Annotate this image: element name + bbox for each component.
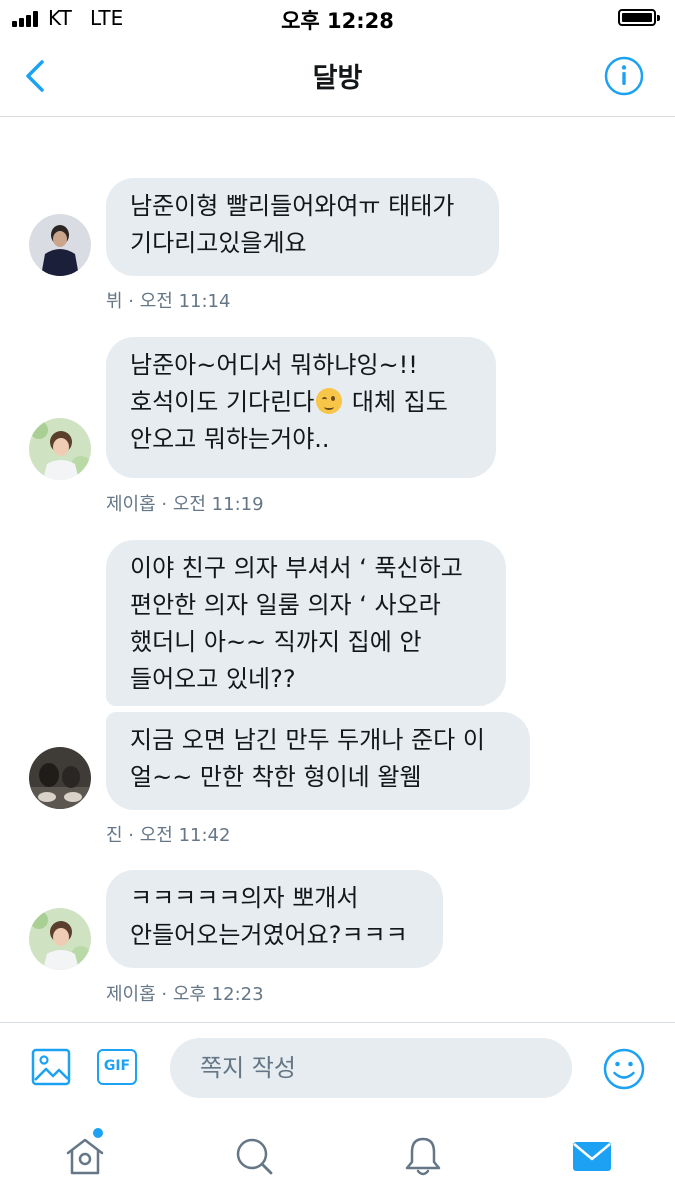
avatar[interactable]: [29, 908, 91, 970]
message-input[interactable]: [170, 1038, 572, 1098]
battery-icon: [618, 9, 660, 26]
messages-icon: [573, 1142, 611, 1171]
winking-face-icon: [316, 388, 343, 414]
message-bubble[interactable]: 남준이형 빨리들어와여ㅠ 태태가 기다리고있을게요: [106, 178, 499, 276]
tab-notifications[interactable]: [401, 1134, 445, 1178]
message-text: 기다리고있을게요: [130, 229, 307, 257]
status-time: 오후 12:28: [281, 9, 394, 33]
message-text: 이야 친구 의자 부셔서 ‘ 푹신하고: [130, 554, 463, 582]
conversation-header: 달방: [0, 40, 675, 117]
avatar[interactable]: [29, 747, 91, 809]
gif-button[interactable]: GIF: [97, 1049, 137, 1085]
message-meta: 진 · 오전 11:42: [106, 825, 231, 846]
bottom-tab-bar: [0, 1112, 675, 1200]
message-text: 대체 집도: [344, 388, 448, 416]
message-text: 남준이형 빨리들어와여ㅠ 태태가: [130, 192, 455, 220]
status-bar: KT LTE 오후 12:28: [0, 0, 675, 38]
emoji-button[interactable]: [602, 1047, 646, 1091]
message-text: 남준아~어디서 뭐하냐잉~!!: [130, 351, 418, 379]
message-text: 지금 오면 남긴 만두 두개나 준다 이: [130, 726, 485, 754]
message-meta: 뷔 · 오전 11:14: [106, 291, 231, 312]
search-icon: [236, 1138, 273, 1175]
avatar[interactable]: [29, 214, 91, 276]
conversation-title: 달방: [312, 63, 363, 94]
new-activity-dot: [93, 1128, 103, 1138]
message-bubble[interactable]: 지금 오면 남긴 만두 두개나 준다 이 얼~~ 만한 착한 형이네 왈웸: [106, 712, 530, 810]
smiley-icon: [603, 1048, 645, 1090]
notifications-icon: [405, 1137, 441, 1176]
message-text: 얼~~ 만한 착한 형이네 왈웸: [130, 763, 422, 791]
info-icon: [604, 56, 644, 96]
conversation-info-button[interactable]: [603, 55, 645, 97]
message-text: ㅋㅋㅋㅋㅋ의자 뽀개서: [130, 884, 359, 912]
message-text: 편안한 의자 일룸 의자 ‘ 사오라: [130, 591, 441, 619]
image-icon: [31, 1048, 71, 1086]
tab-messages[interactable]: [570, 1134, 614, 1178]
tab-search[interactable]: [232, 1134, 276, 1178]
message-text: 안들어오는거였어요?ㅋㅋㅋ: [130, 921, 408, 949]
add-photo-button[interactable]: [31, 1047, 71, 1087]
message-meta: 제이홉 · 오전 11:19: [106, 494, 264, 515]
message-bubble[interactable]: ㅋㅋㅋㅋㅋ의자 뽀개서 안들어오는거였어요?ㅋㅋㅋ: [106, 870, 443, 968]
tab-home[interactable]: [63, 1134, 107, 1178]
message-composer: GIF: [0, 1022, 675, 1113]
message-text: 했더니 아~~ 직까지 집에 안: [130, 628, 422, 656]
message-text: 안오고 뭐하는거야..: [130, 425, 330, 453]
avatar[interactable]: [29, 418, 91, 480]
message-text: 들어오고 있네??: [130, 665, 296, 693]
message-bubble[interactable]: 남준아~어디서 뭐하냐잉~!! 호석이도 기다린다 대체 집도 안오고 뭐하는거…: [106, 337, 496, 478]
message-meta: 제이홉 · 오후 12:23: [106, 984, 264, 1005]
message-text: 호석이도 기다린다: [130, 388, 315, 416]
home-icon: [66, 1138, 104, 1175]
message-bubble[interactable]: 이야 친구 의자 부셔서 ‘ 푹신하고 편안한 의자 일룸 의자 ‘ 사오라 했…: [106, 540, 506, 706]
